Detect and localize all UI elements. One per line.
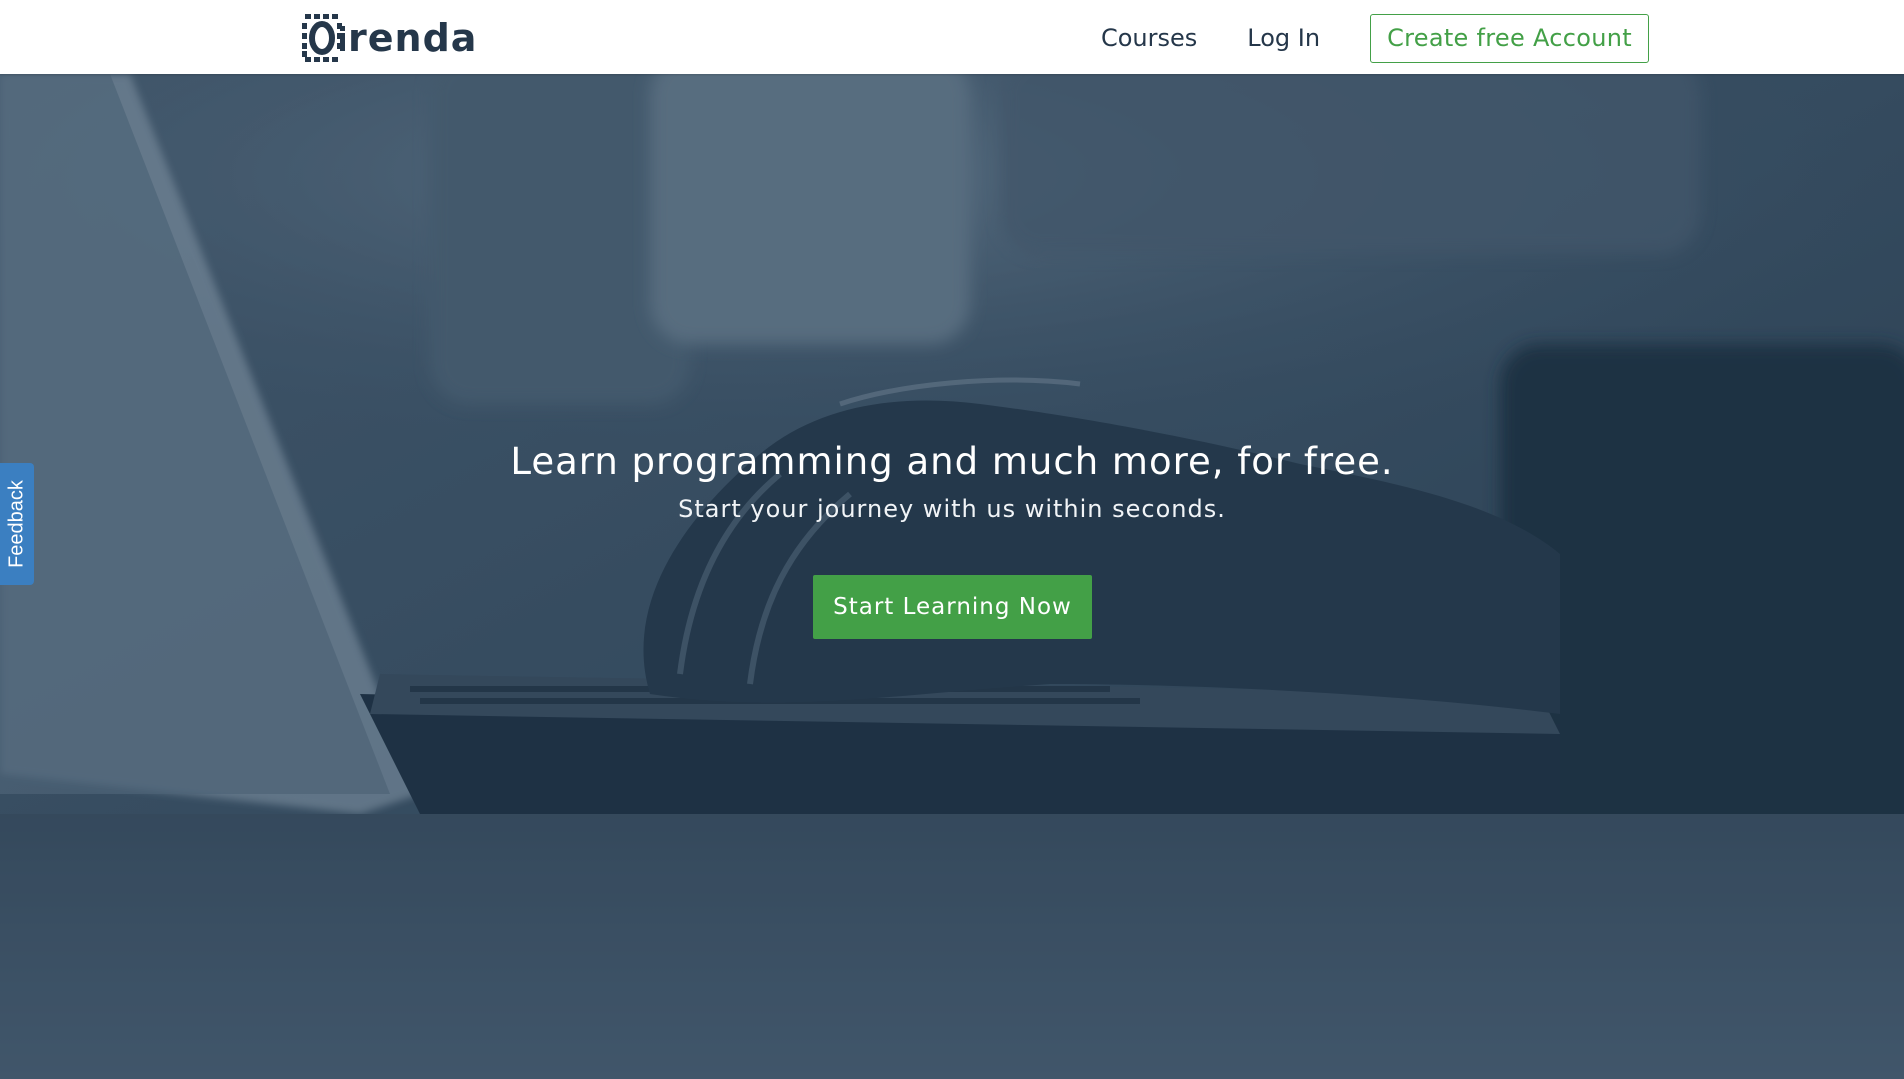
- create-account-button[interactable]: Create free Account: [1370, 13, 1649, 63]
- feedback-tab[interactable]: Feedback: [0, 463, 34, 585]
- start-learning-button[interactable]: Start Learning Now: [813, 575, 1092, 639]
- top-navbar: renda Courses Log In Create free Account: [0, 0, 1904, 74]
- hero-subtitle: Start your journey with us within second…: [678, 495, 1226, 523]
- nav-courses-link[interactable]: Courses: [1101, 24, 1197, 52]
- logo[interactable]: renda: [302, 13, 477, 63]
- nav-login-link[interactable]: Log In: [1247, 24, 1320, 52]
- nav-links: Courses Log In Create free Account: [1101, 13, 1649, 63]
- logo-text: renda: [348, 16, 478, 60]
- hero-title: Learn programming and much more, for fre…: [510, 440, 1394, 483]
- hero-content: Learn programming and much more, for fre…: [0, 74, 1904, 1079]
- hero-section: Learn programming and much more, for fre…: [0, 74, 1904, 1079]
- logo-mark-icon: [302, 14, 346, 62]
- feedback-label: Feedback: [5, 480, 28, 568]
